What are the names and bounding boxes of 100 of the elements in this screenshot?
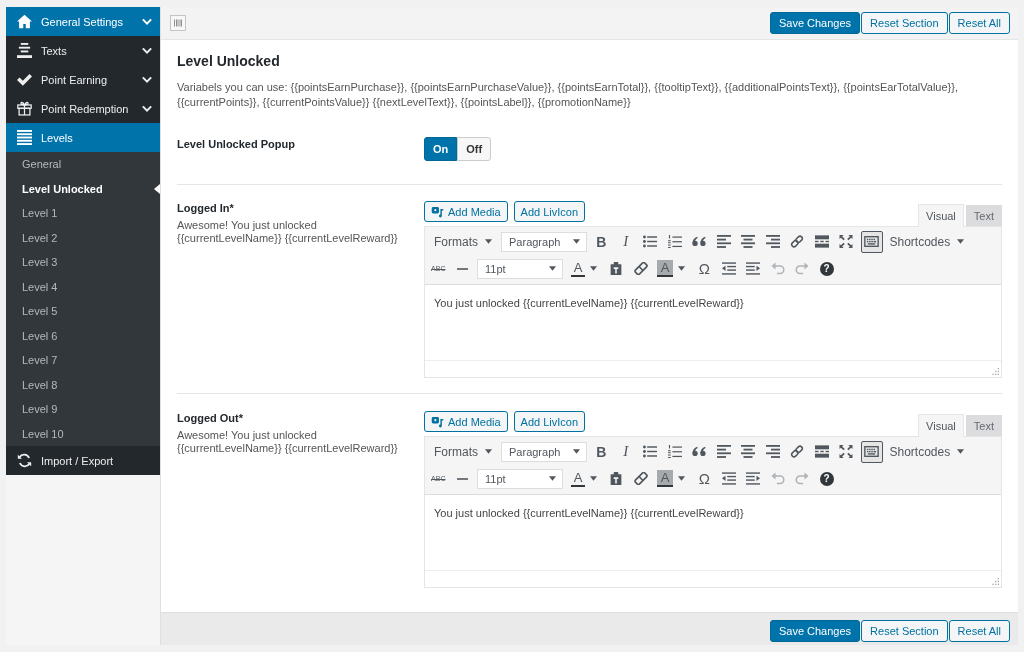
add-livicon-button[interactable]: Add LivIcon bbox=[513, 411, 586, 432]
check-icon bbox=[17, 72, 32, 87]
caret-icon bbox=[573, 449, 580, 454]
caret-icon[interactable] bbox=[589, 476, 597, 481]
sidebar-item[interactable]: Texts bbox=[6, 36, 160, 65]
fullscreen-icon[interactable] bbox=[839, 235, 854, 248]
add-media-button[interactable]: Add Media bbox=[424, 411, 508, 432]
reset-all-button[interactable]: Reset All bbox=[948, 619, 1010, 642]
align-left-icon[interactable] bbox=[716, 445, 731, 458]
add-livicon-button[interactable]: Add LivIcon bbox=[513, 201, 586, 222]
media-icon bbox=[431, 415, 444, 428]
field-label: Logged In* bbox=[177, 201, 235, 215]
formats-menu[interactable]: Formats bbox=[428, 439, 498, 464]
bullet-list-icon[interactable] bbox=[643, 445, 658, 458]
link-icon[interactable] bbox=[790, 445, 805, 458]
editor-tab[interactable]: Text bbox=[965, 415, 1002, 436]
align-right-icon[interactable] bbox=[765, 235, 780, 248]
toggle-option[interactable]: On bbox=[424, 137, 458, 161]
text-color-button[interactable]: A bbox=[571, 470, 585, 487]
refresh-icon bbox=[17, 453, 32, 468]
field-description: Awesome! You just unlocked {{currentLevelName}} {{currentLevelReward}} bbox=[177, 429, 399, 455]
link-icon[interactable] bbox=[790, 235, 805, 248]
editor-tab[interactable]: Text bbox=[965, 205, 1002, 226]
bold-button[interactable]: B bbox=[589, 229, 614, 254]
keyboard-icon bbox=[864, 446, 879, 457]
numbered-list-icon[interactable] bbox=[667, 235, 682, 248]
toolbar-toggle-button[interactable] bbox=[860, 440, 883, 463]
align-left-icon[interactable] bbox=[716, 235, 731, 248]
editor-tab[interactable]: Visual bbox=[918, 204, 964, 227]
help-button[interactable]: ? bbox=[819, 471, 834, 486]
toolbar-toggle-button[interactable] bbox=[860, 230, 883, 253]
submenu-item[interactable]: Level Unlocked bbox=[6, 176, 160, 201]
formats-menu[interactable]: Formats bbox=[428, 229, 498, 254]
horizontal-line-icon[interactable] bbox=[457, 477, 469, 480]
quote-icon[interactable] bbox=[692, 445, 707, 458]
indent-icon[interactable] bbox=[746, 262, 761, 275]
eraser-icon[interactable] bbox=[633, 472, 648, 485]
text-color-button[interactable]: A bbox=[571, 260, 585, 277]
media-icon bbox=[431, 205, 444, 218]
reset-all-button[interactable]: Reset All bbox=[948, 12, 1010, 34]
clipboard-icon[interactable] bbox=[609, 262, 624, 275]
italic-button[interactable]: I bbox=[613, 229, 638, 254]
outdent-icon[interactable] bbox=[721, 472, 736, 485]
editor-tab[interactable]: Visual bbox=[918, 414, 964, 437]
quote-icon[interactable] bbox=[692, 235, 707, 248]
save-changes-button[interactable]: Save Changes bbox=[769, 619, 861, 642]
submenu-item[interactable]: Level 10 bbox=[6, 421, 160, 446]
submenu-item[interactable]: Level 5 bbox=[6, 299, 160, 324]
toggle-option[interactable]: Off bbox=[457, 137, 492, 161]
submenu-item[interactable]: Level 3 bbox=[6, 250, 160, 275]
save-changes-button[interactable]: Save Changes bbox=[769, 12, 861, 34]
page-break-icon[interactable] bbox=[814, 445, 829, 458]
resize-grip-icon[interactable] bbox=[992, 368, 999, 375]
clipboard-icon[interactable] bbox=[609, 472, 624, 485]
submenu-item[interactable]: Level 6 bbox=[6, 323, 160, 348]
numbered-list-icon[interactable] bbox=[667, 445, 682, 458]
horizontal-line-icon[interactable] bbox=[457, 267, 469, 270]
align-right-icon[interactable] bbox=[765, 445, 780, 458]
shortcodes-menu[interactable]: Shortcodes bbox=[886, 229, 971, 254]
shortcodes-menu[interactable]: Shortcodes bbox=[886, 439, 971, 464]
sidebar-item[interactable]: Point Redemption bbox=[6, 94, 160, 123]
submenu-item[interactable]: Level 1 bbox=[6, 201, 160, 226]
submenu-item[interactable]: Level 4 bbox=[6, 274, 160, 299]
bold-button[interactable]: B bbox=[589, 439, 614, 464]
columns-icon[interactable] bbox=[170, 15, 186, 31]
caret-icon bbox=[485, 449, 492, 454]
submenu-item[interactable]: Level 9 bbox=[6, 397, 160, 422]
add-media-button[interactable]: Add Media bbox=[424, 201, 508, 222]
bullet-list-icon[interactable] bbox=[643, 235, 658, 248]
caret-icon[interactable] bbox=[677, 476, 685, 481]
fullscreen-icon[interactable] bbox=[839, 445, 854, 458]
help-button[interactable]: ? bbox=[819, 261, 834, 276]
submenu-item[interactable]: Level 2 bbox=[6, 225, 160, 250]
caret-icon[interactable] bbox=[589, 266, 597, 271]
reset-section-button[interactable]: Reset Section bbox=[861, 619, 948, 642]
eraser-icon[interactable] bbox=[633, 262, 648, 275]
reset-section-button[interactable]: Reset Section bbox=[861, 12, 948, 34]
resize-grip-icon[interactable] bbox=[992, 578, 999, 585]
chevron-down-icon bbox=[142, 18, 152, 25]
sidebar-item[interactable]: Import / Export bbox=[6, 446, 160, 475]
caret-icon[interactable] bbox=[677, 266, 685, 271]
special-character-button[interactable]: Ω bbox=[692, 256, 717, 281]
submenu-item[interactable]: Level 8 bbox=[6, 372, 160, 397]
section-title: Level Unlocked bbox=[177, 52, 281, 70]
block-format-select[interactable]: Paragraph bbox=[501, 441, 587, 462]
sidebar-item[interactable]: Levels bbox=[6, 123, 160, 152]
font-size-select[interactable]: 11pt bbox=[477, 468, 563, 489]
submenu-item[interactable]: General bbox=[6, 152, 160, 177]
special-character-button[interactable]: Ω bbox=[692, 466, 717, 491]
align-center-icon[interactable] bbox=[741, 445, 756, 458]
submenu-item[interactable]: Level 7 bbox=[6, 348, 160, 373]
italic-button[interactable]: I bbox=[613, 439, 638, 464]
sidebar-item[interactable]: General Settings bbox=[6, 7, 160, 36]
sidebar-item[interactable]: Point Earning bbox=[6, 65, 160, 94]
outdent-icon[interactable] bbox=[721, 262, 736, 275]
align-center-icon[interactable] bbox=[741, 235, 756, 248]
font-size-select[interactable]: 11pt bbox=[477, 258, 563, 279]
block-format-select[interactable]: Paragraph bbox=[501, 231, 587, 252]
indent-icon[interactable] bbox=[746, 472, 761, 485]
page-break-icon[interactable] bbox=[814, 235, 829, 248]
